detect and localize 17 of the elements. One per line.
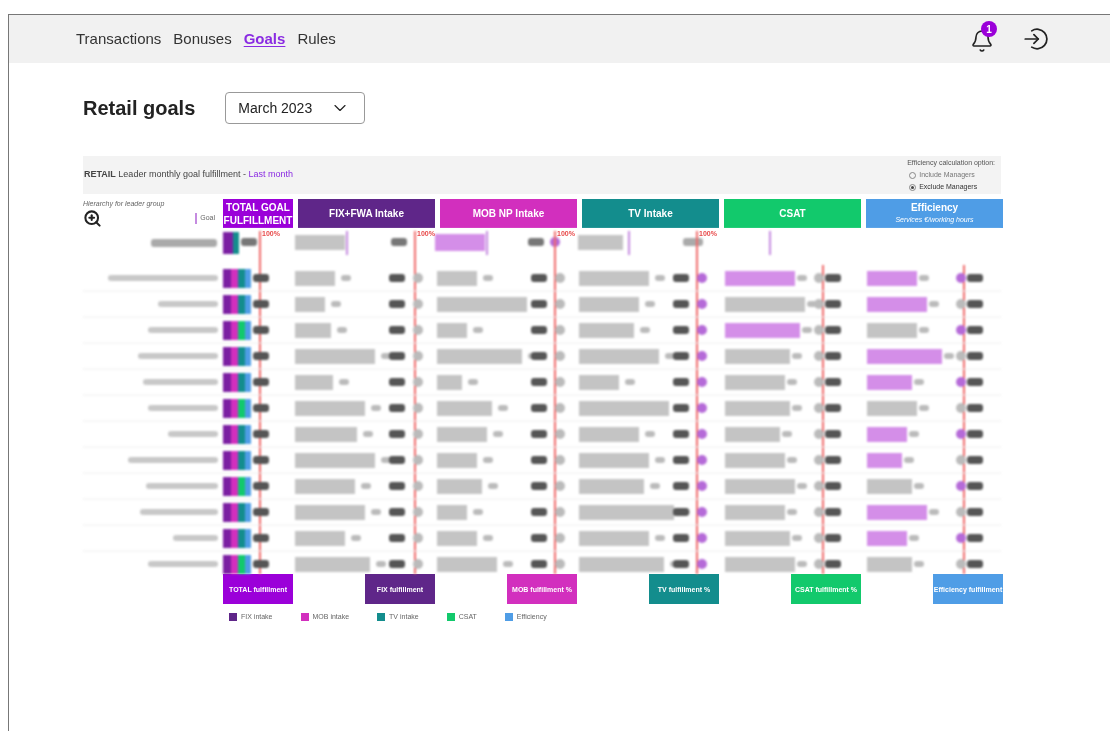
notification-badge: 1 bbox=[981, 21, 997, 37]
nav-tab[interactable]: Transactions bbox=[76, 27, 162, 51]
nav-tab[interactable]: Rules bbox=[297, 27, 336, 51]
logout-icon bbox=[1022, 26, 1048, 52]
month-select[interactable]: March 2023 bbox=[225, 92, 366, 124]
column-header: CSAT bbox=[724, 199, 861, 228]
nav-tab[interactable]: Goals bbox=[243, 27, 286, 51]
nav-tab[interactable]: Bonuses bbox=[173, 27, 232, 51]
last-month-link[interactable]: Last month bbox=[248, 169, 293, 180]
page-title: Retail goals bbox=[83, 96, 196, 121]
zoom-in-icon[interactable] bbox=[83, 209, 102, 228]
report-header: RETAIL Leader monthly goal fulfillment - Last month bbox=[83, 168, 293, 182]
column-header: FIX+FWA Intake bbox=[298, 199, 435, 228]
column-header: TV Intake bbox=[582, 199, 719, 228]
logout-button[interactable] bbox=[1022, 25, 1050, 53]
column-header: TOTAL GOAL FULFILLMENT bbox=[223, 199, 293, 228]
column-header: MOB NP Intake bbox=[440, 199, 577, 228]
